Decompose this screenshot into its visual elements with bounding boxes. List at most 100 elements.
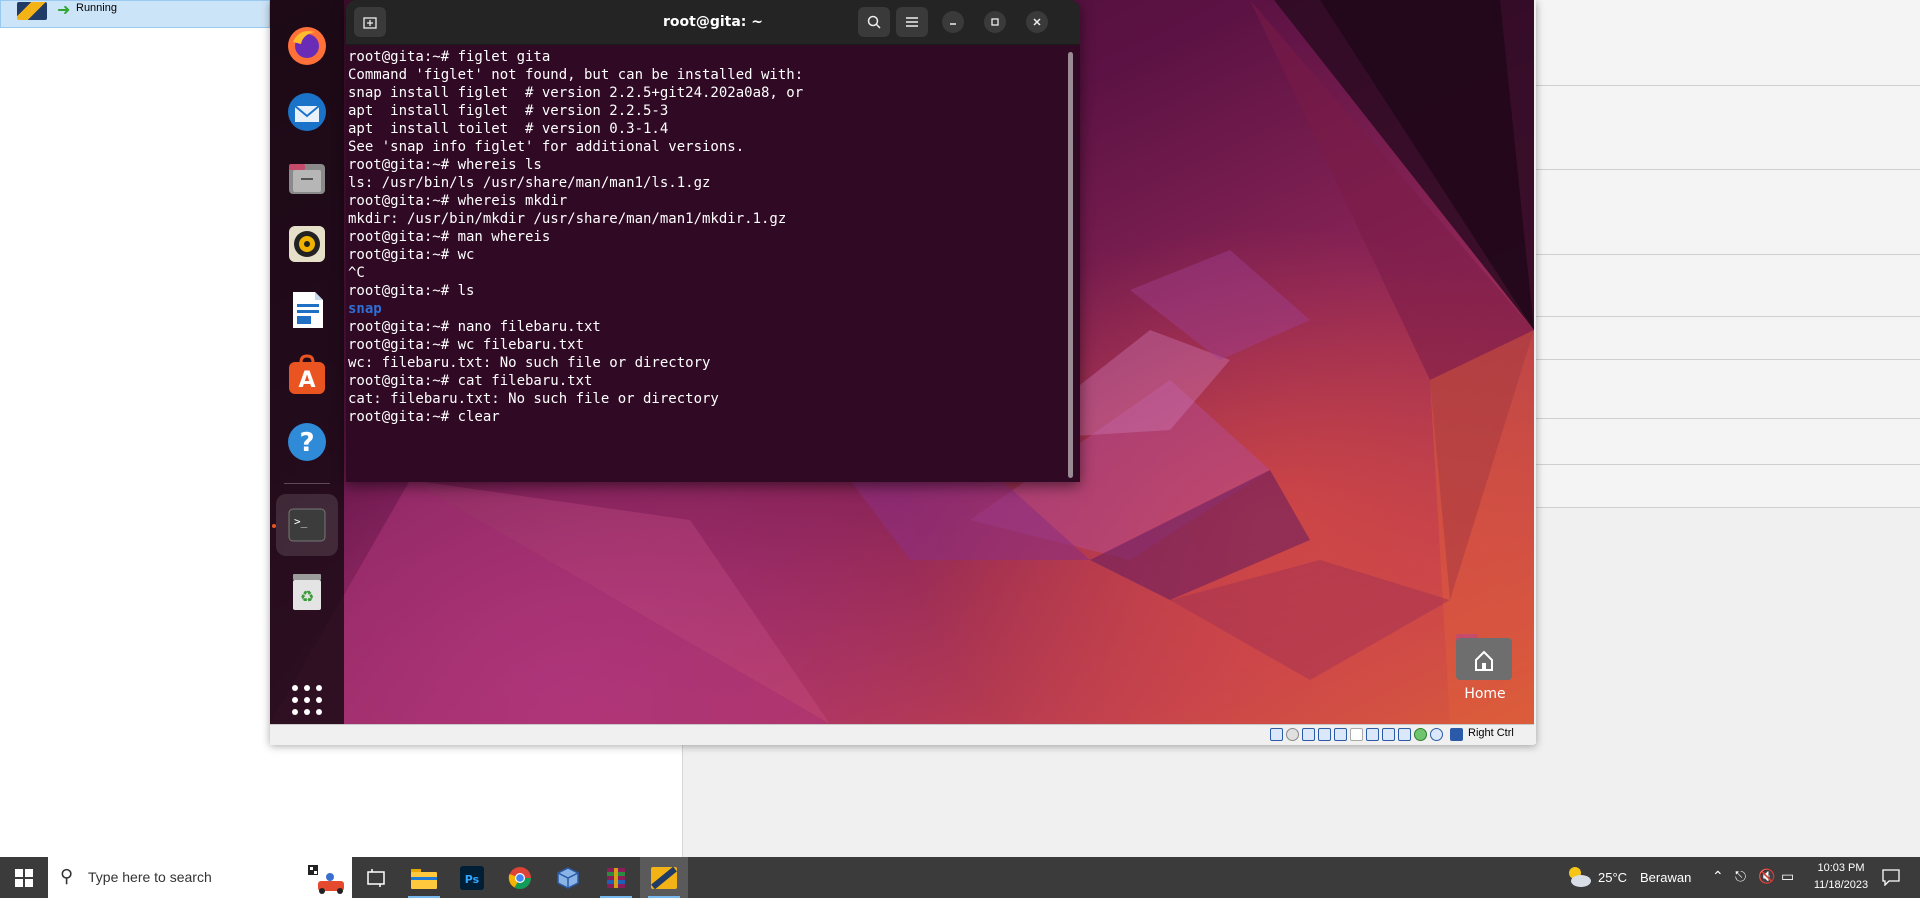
vm-state-label: Running	[76, 2, 117, 14]
terminal-line: root@gita:~# ls	[348, 283, 475, 299]
show-apps-icon[interactable]	[283, 676, 331, 724]
taskbar-file-explorer[interactable]	[400, 857, 448, 898]
photoshop-icon: Ps	[460, 865, 484, 890]
thunderbird-icon[interactable]	[283, 88, 331, 136]
hamburger-icon	[906, 17, 918, 27]
host-key-label: Right Ctrl	[1468, 727, 1514, 739]
dock-separator	[284, 483, 330, 484]
start-button[interactable]	[0, 857, 48, 898]
vm-os-icon	[17, 2, 47, 20]
display-icon[interactable]	[1366, 728, 1379, 741]
cpu-icon[interactable]	[1398, 728, 1411, 741]
terminal-line: See 'snap info figlet' for additional ve…	[348, 139, 745, 155]
windows-logo-icon	[15, 868, 33, 887]
taskbar-virtualbox-manager[interactable]	[640, 857, 688, 898]
home-folder-icon	[1456, 634, 1512, 680]
terminal-line: root@gita:~# nano filebaru.txt	[348, 319, 601, 335]
terminal-line: root@gita:~# whereis mkdir	[348, 193, 568, 209]
terminal-icon[interactable]: >_	[283, 501, 331, 549]
mouse-integration-icon[interactable]	[1430, 728, 1443, 741]
chrome-icon	[508, 866, 531, 889]
virtualbox-vm-icon	[651, 866, 677, 889]
app-center-icon[interactable]: A	[283, 352, 331, 400]
maximize-button[interactable]	[984, 11, 1006, 33]
terminal-line: apt install toilet # version 0.3-1.4	[348, 121, 669, 137]
terminal-title: root@gita: ~	[663, 14, 763, 30]
firefox-icon[interactable]	[283, 22, 331, 70]
menu-button[interactable]	[896, 7, 928, 37]
shared-folders-icon[interactable]	[1350, 728, 1363, 741]
windows-taskbar: ⚲ Type here to search Ps 25°C Berawan ⌃ …	[0, 857, 1920, 898]
details-divider	[1534, 464, 1920, 465]
terminal-line: mkdir: /usr/bin/mkdir /usr/share/man/man…	[348, 211, 787, 227]
recording-icon[interactable]	[1382, 728, 1395, 741]
search-button[interactable]	[858, 7, 890, 37]
terminal-line: apt install figlet # version 2.2.5-3	[348, 103, 669, 119]
details-divider	[1534, 507, 1920, 508]
network-icon[interactable]	[1318, 728, 1331, 741]
svg-text:?: ?	[299, 428, 314, 458]
running-indicator	[272, 524, 276, 528]
taskbar-virtualbox-cube[interactable]	[544, 857, 592, 898]
search-box[interactable]: ⚲ Type here to search	[48, 857, 352, 898]
ubuntu-dock: A ? >_ ♻	[270, 0, 344, 724]
task-view-icon	[367, 868, 385, 887]
ubuntu-desktop[interactable]: A ? >_ ♻ root@gita: ~ root@gita:~# figle…	[270, 0, 1534, 724]
vm-window: A ? >_ ♻ root@gita: ~ root@gita:~# figle…	[270, 0, 1536, 745]
search-icon	[867, 15, 881, 29]
running-arrow-icon: ➜	[57, 0, 71, 19]
meet-now-icon[interactable]: ⎋	[1735, 868, 1746, 885]
task-view-button[interactable]	[352, 857, 400, 898]
optical-drive-icon[interactable]	[1286, 728, 1299, 741]
weather-temperature[interactable]: 25°C	[1598, 870, 1627, 885]
rhythmbox-icon[interactable]	[283, 220, 331, 268]
network-icon[interactable]: ▭	[1781, 868, 1794, 885]
hard-disk-icon[interactable]	[1270, 728, 1283, 741]
clock-time[interactable]: 10:03 PM	[1806, 862, 1876, 874]
svg-text:Ps: Ps	[465, 873, 480, 886]
help-icon[interactable]: ?	[283, 418, 331, 466]
vm-list-item[interactable]: ➜ Running	[0, 0, 270, 28]
minimize-button[interactable]	[942, 11, 964, 33]
terminal-line: cat: filebaru.txt: No such file or direc…	[348, 391, 719, 407]
terminal-line: root@gita:~# cat filebaru.txt	[348, 373, 593, 389]
taskbar-photoshop[interactable]: Ps	[448, 857, 496, 898]
audio-icon[interactable]	[1302, 728, 1315, 741]
terminal-line: ^C	[348, 265, 365, 281]
notification-center-icon[interactable]	[1882, 868, 1900, 886]
terminal-line: root@gita:~# whereis ls	[348, 157, 542, 173]
home-folder-shortcut[interactable]: Home	[1450, 628, 1520, 708]
terminal-line: root@gita:~# man whereis	[348, 229, 551, 245]
guest-additions-icon[interactable]	[1414, 728, 1427, 741]
terminal-line: wc: filebaru.txt: No such file or direct…	[348, 355, 711, 371]
clock-date[interactable]: 11/18/2023	[1806, 879, 1876, 891]
usb-icon[interactable]	[1334, 728, 1347, 741]
close-button[interactable]	[1026, 11, 1048, 33]
close-icon	[1033, 18, 1041, 26]
trash-icon[interactable]: ♻	[283, 568, 331, 616]
weather-cloud-icon	[1569, 867, 1591, 887]
chevron-up-icon[interactable]: ⌃	[1712, 868, 1724, 885]
terminal-window[interactable]: root@gita: ~ root@gita:~# figlet gita Com…	[346, 0, 1080, 482]
svg-text:♻: ♻	[300, 587, 314, 606]
terminal-titlebar[interactable]: root@gita: ~	[346, 0, 1080, 45]
terminal-line: snap	[348, 301, 382, 317]
terminal-line: Command 'figlet' not found, but can be i…	[348, 67, 804, 83]
libreoffice-writer-icon[interactable]	[283, 286, 331, 334]
taskbar-winrar[interactable]	[592, 857, 640, 898]
taskbar-chrome[interactable]	[496, 857, 544, 898]
vm-status-bar: Right Ctrl	[270, 724, 1534, 745]
details-divider	[1534, 359, 1920, 360]
files-icon[interactable]	[283, 154, 331, 202]
terminal-output[interactable]: root@gita:~# figlet gita Command 'figlet'…	[348, 48, 1058, 478]
volume-muted-icon[interactable]: 🔇	[1758, 868, 1775, 885]
terminal-line: root@gita:~# wc	[348, 247, 475, 263]
details-divider	[1534, 418, 1920, 419]
terminal-line: root@gita:~# figlet gita	[348, 49, 551, 65]
details-divider	[1534, 169, 1920, 170]
terminal-line: root@gita:~# clear	[348, 409, 500, 425]
search-placeholder: Type here to search	[88, 869, 212, 885]
terminal-line: root@gita:~# wc filebaru.txt	[348, 337, 585, 353]
weather-description[interactable]: Berawan	[1640, 870, 1691, 885]
terminal-scrollbar[interactable]	[1068, 52, 1073, 478]
